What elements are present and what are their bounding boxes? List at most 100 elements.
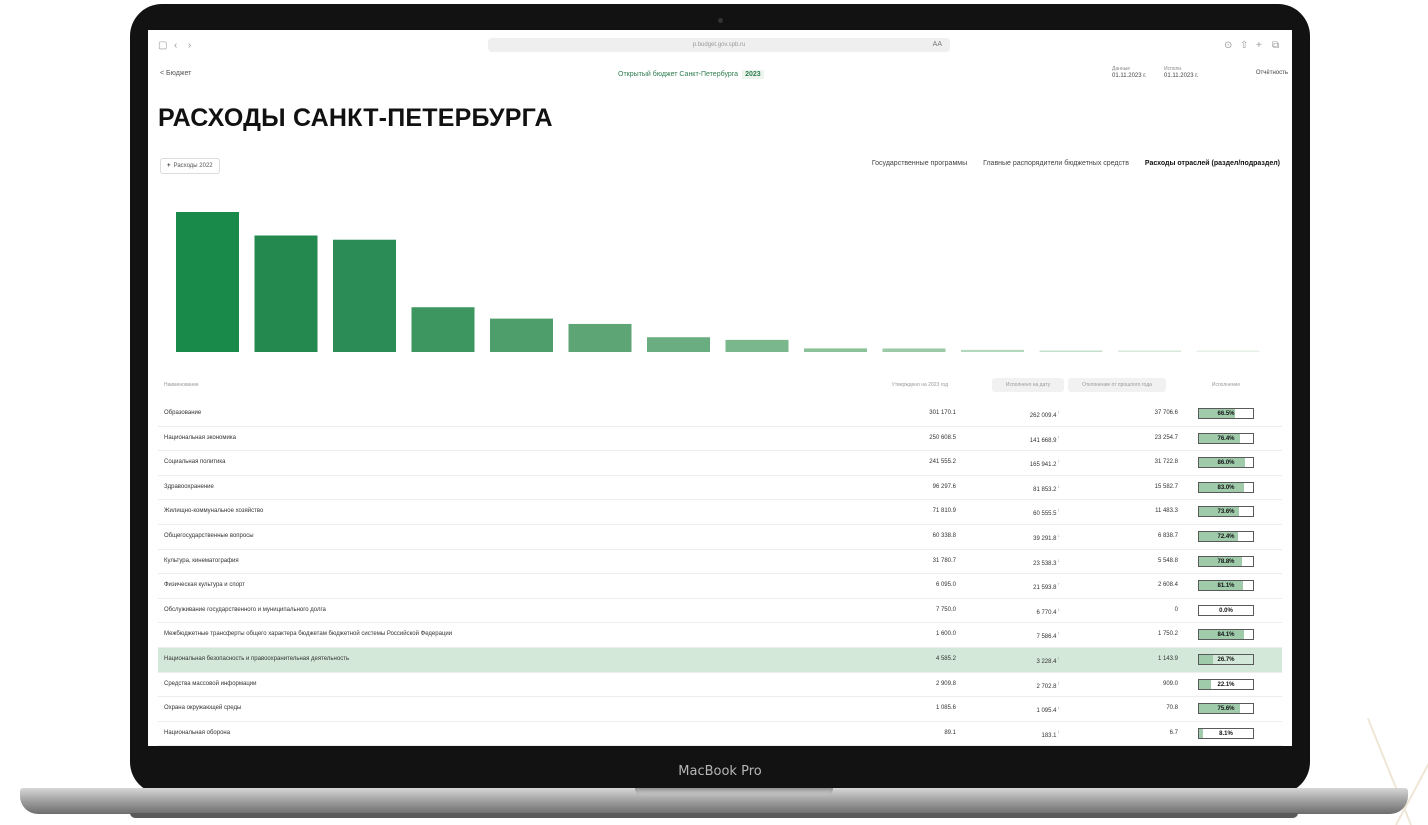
header-execution[interactable]: Исполнение — [1198, 378, 1254, 392]
row-deviation: 0 — [1174, 606, 1178, 613]
bar-3[interactable] — [333, 239, 396, 352]
bar-5[interactable] — [490, 318, 553, 352]
row-executed: 23 538.3↓ — [1033, 557, 1061, 567]
row-deviation: 37 706.6 — [1154, 410, 1178, 416]
row-deviation: 2 608.4 — [1157, 582, 1178, 589]
bar-4[interactable] — [411, 307, 475, 352]
trend-up-icon: ↑ — [1057, 508, 1061, 515]
execution-pill: 84.1% — [1198, 629, 1254, 641]
table-row[interactable]: Охрана окружающей среды 1 085.6 1 095.4↓ 70… — [158, 697, 1282, 722]
table-row[interactable]: Общегосударственные вопросы 60 338.8 39 29… — [158, 525, 1282, 550]
bar-6[interactable] — [568, 323, 632, 352]
row-name: Физическая культура и спорт — [164, 582, 245, 589]
table-row[interactable]: Национальная экономика 250 608.5 141 668.9… — [158, 427, 1282, 452]
trend-up-icon: ↑ — [1057, 410, 1061, 416]
table-row[interactable]: Национальная безопасность и правоохранит… — [158, 647, 1282, 673]
execution-pill: 26.7% — [1198, 653, 1254, 665]
row-name: Межбюджетные трансферты общего характера… — [164, 631, 453, 638]
row-name: Обслуживание государственного и муниципа… — [164, 606, 326, 613]
row-deviation: 11 483.3 — [1155, 508, 1178, 515]
execution-pill: 73.6% — [1198, 506, 1254, 518]
table-row[interactable]: Обслуживание государственного и муниципа… — [158, 599, 1282, 624]
row-approved: 31 780.7 — [932, 557, 956, 564]
row-approved: 96 297.6 — [932, 483, 956, 490]
bar-13[interactable] — [1118, 350, 1181, 353]
execution-fill — [1199, 728, 1204, 738]
row-approved: 7 750.0 — [935, 606, 956, 613]
execution-pill: 81.1% — [1198, 580, 1254, 592]
row-deviation: 5 548.8 — [1157, 557, 1178, 564]
screen: ▢ ‹ › p.budget.gov.spb.ru AA ⊙ ⇧ + ⧉ < Бю… — [148, 30, 1292, 746]
row-deviation: 909.0 — [1162, 680, 1178, 687]
row-executed: 2 702.8↑ — [1036, 680, 1061, 690]
row-approved: 4 585.2 — [935, 655, 956, 662]
table-row[interactable]: Физическая культура и спорт 6 095.0 21 593… — [158, 574, 1282, 599]
trend-up-icon: ↑ — [1057, 680, 1061, 687]
row-deviation: 23 254.7 — [1154, 434, 1178, 441]
bar-2[interactable] — [254, 235, 318, 352]
row-name: Жилищно-коммунальное хозяйство — [164, 508, 264, 515]
camera-icon — [718, 18, 723, 23]
row-deviation: 31 722.8 — [1154, 459, 1178, 466]
row-deviation: 1 143.9 — [1157, 655, 1178, 662]
trend-down-icon: ↓ — [1057, 483, 1061, 490]
row-executed: 21 593.8↑ — [1033, 582, 1060, 592]
execution-fill — [1199, 654, 1214, 664]
bar-10[interactable] — [882, 348, 946, 352]
row-executed: 60 555.5↑ — [1033, 508, 1061, 518]
bar-8[interactable] — [725, 339, 789, 352]
bar-1[interactable] — [176, 212, 239, 352]
row-deviation: 6.7 — [1169, 729, 1178, 736]
row-approved: 241 555.2 — [929, 459, 956, 466]
row-executed: 1 095.4↓ — [1036, 705, 1061, 715]
table-row[interactable]: Национальная оборона 89.1 183.1↑ 6.7 8.1% — [158, 722, 1282, 746]
execution-pill: 8.1% — [1198, 727, 1254, 739]
row-executed: 183.1↑ — [1041, 729, 1060, 739]
row-executed: 165 941.2↑ — [1029, 459, 1060, 469]
trend-down-icon: ↓ — [1057, 557, 1061, 564]
row-approved: 60 338.8 — [932, 532, 956, 539]
laptop-foot — [130, 813, 1298, 818]
table-row[interactable]: Средства массовой информации 2 909.8 2 702… — [158, 673, 1282, 698]
row-executed: 262 009.4↑ — [1029, 410, 1061, 419]
execution-pill: 0.0% — [1198, 604, 1254, 616]
row-approved: 89.1 — [944, 729, 956, 736]
row-executed: 3 228.4↑ — [1036, 655, 1060, 665]
row-deviation: 6 838.7 — [1157, 532, 1178, 539]
table-row[interactable]: Межбюджетные трансферты общего характера… — [158, 623, 1282, 648]
row-name: Национальная экономика — [164, 434, 236, 441]
header-deviation[interactable]: Отклонение от прошлого года — [1068, 378, 1166, 392]
bar-11[interactable] — [961, 349, 1024, 352]
execution-pill: 76.4% — [1198, 432, 1254, 444]
bar-9[interactable] — [804, 348, 867, 352]
execution-pill: 72.4% — [1198, 530, 1254, 542]
row-name: Национальная оборона — [164, 729, 231, 736]
bar-14[interactable] — [1196, 350, 1260, 353]
table-row[interactable]: Жилищно-коммунальное хозяйство 71 810.9 60… — [158, 500, 1282, 525]
row-name: Здравоохранение — [164, 483, 214, 490]
trend-down-icon: ↓ — [1057, 705, 1061, 712]
table-row[interactable]: Социальная политика 241 555.2 165 941.2↑ 31… — [158, 451, 1282, 476]
trend-up-icon: ↑ — [1057, 631, 1061, 638]
bar-7[interactable] — [647, 337, 710, 352]
row-name: Культура, кинематография — [164, 557, 239, 564]
row-name: Социальная политика — [164, 459, 226, 466]
row-executed: 7 586.4↑ — [1036, 631, 1061, 641]
header-approved[interactable]: Утверждено на 2023 год — [848, 378, 948, 392]
row-deviation: 15 582.7 — [1154, 483, 1178, 490]
row-approved: 1 085.6 — [935, 705, 956, 712]
row-deviation: 70.8 — [1166, 705, 1178, 712]
table-row[interactable]: Образование 301 170.1 262 009.4↑ 37 706.6 66… — [158, 402, 1282, 427]
table-row[interactable]: Культура, кинематография 31 780.7 23 538.3… — [158, 550, 1282, 575]
execution-pill: 66.5% — [1198, 408, 1254, 419]
execution-fill — [1199, 679, 1211, 689]
table-row[interactable]: Здравоохранение 96 297.6 81 853.2↓ 15 582.7… — [158, 476, 1282, 501]
row-name: Образование — [164, 410, 202, 416]
execution-pill: 22.1% — [1198, 678, 1254, 690]
laptop-notch — [635, 788, 833, 796]
device-brand: MacBook Pro — [678, 764, 762, 779]
execution-pill: 78.8% — [1198, 555, 1254, 567]
bar-12[interactable] — [1039, 350, 1103, 353]
header-name[interactable]: Наименование — [164, 378, 199, 392]
header-executed[interactable]: Исполнено на дату — [992, 378, 1064, 392]
